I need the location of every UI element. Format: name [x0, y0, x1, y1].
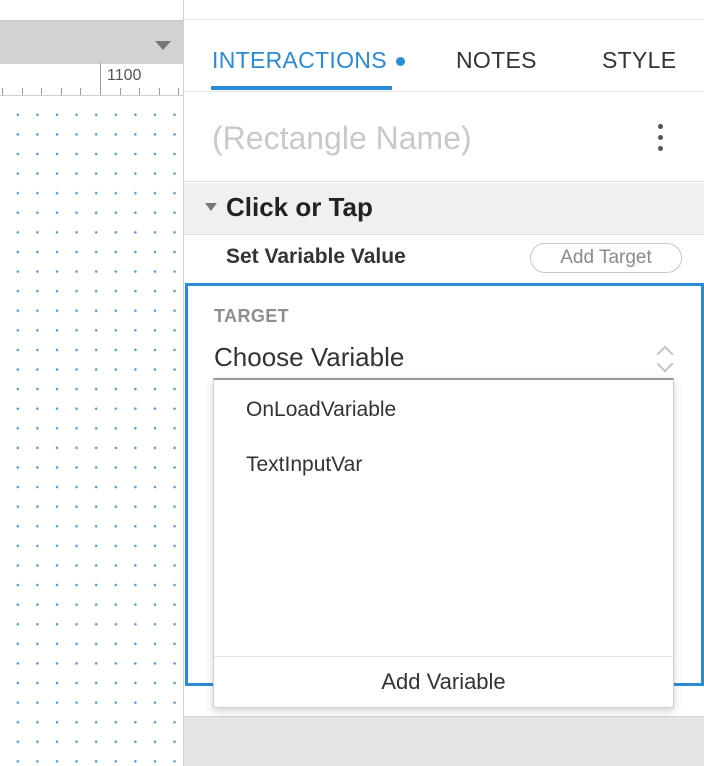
ruler-tick	[178, 88, 179, 95]
ruler-tick	[2, 88, 3, 95]
add-variable-button[interactable]: Add Variable	[214, 669, 673, 695]
tab-interactions[interactable]: INTERACTIONS	[212, 47, 387, 74]
tab-style[interactable]: STYLE	[602, 47, 676, 74]
target-label: TARGET	[214, 306, 290, 326]
widget-name-row: (Rectangle Name)	[184, 92, 704, 182]
event-header[interactable]: Click or Tap	[184, 183, 704, 235]
panel-topbar	[184, 0, 704, 20]
widget-name-input[interactable]: (Rectangle Name)	[212, 120, 472, 157]
inspector-tabs: INTERACTIONS NOTES STYLE	[184, 20, 704, 92]
add-target-button[interactable]: Add Target	[530, 243, 682, 273]
action-title: Set Variable Value	[226, 245, 406, 268]
tab-notes[interactable]: NOTES	[456, 47, 537, 74]
ruler-major-tick	[100, 63, 101, 95]
ruler-label: 1100	[107, 67, 142, 84]
ruler-tick	[22, 88, 23, 95]
dropdown-option-textinputvar[interactable]: TextInputVar	[246, 453, 362, 477]
tab-indicator-dot	[396, 57, 405, 66]
dropdown-footer: Add Variable	[214, 656, 673, 708]
active-tab-underline	[211, 86, 392, 90]
choose-variable-select[interactable]: Choose Variable	[214, 342, 404, 373]
panel-bottom-bar	[184, 716, 704, 766]
ruler-tick	[80, 88, 81, 95]
caret-down-icon[interactable]	[205, 203, 217, 211]
dropdown-option-onloadvariable[interactable]: OnLoadVariable	[246, 398, 396, 422]
canvas-dot-grid[interactable]	[0, 97, 183, 766]
triangle-down-icon[interactable]	[155, 41, 171, 50]
design-canvas[interactable]: 1100	[0, 0, 183, 766]
ruler-tick	[41, 88, 42, 95]
ruler-tick	[61, 88, 62, 95]
ruler-tick	[159, 88, 160, 95]
ruler-tick	[120, 88, 121, 95]
kebab-menu-icon[interactable]	[654, 124, 668, 152]
event-title: Click or Tap	[226, 192, 373, 222]
horizontal-ruler: 1100	[0, 63, 183, 96]
up-down-chevron-icon[interactable]	[655, 342, 677, 376]
variable-dropdown: OnLoadVariable TextInputVar Add Variable	[213, 378, 674, 708]
canvas-topbar	[0, 0, 183, 20]
ruler-tick	[139, 88, 140, 95]
action-row: Set Variable Value Add Target	[184, 236, 704, 282]
canvas-toolbar	[0, 20, 183, 64]
